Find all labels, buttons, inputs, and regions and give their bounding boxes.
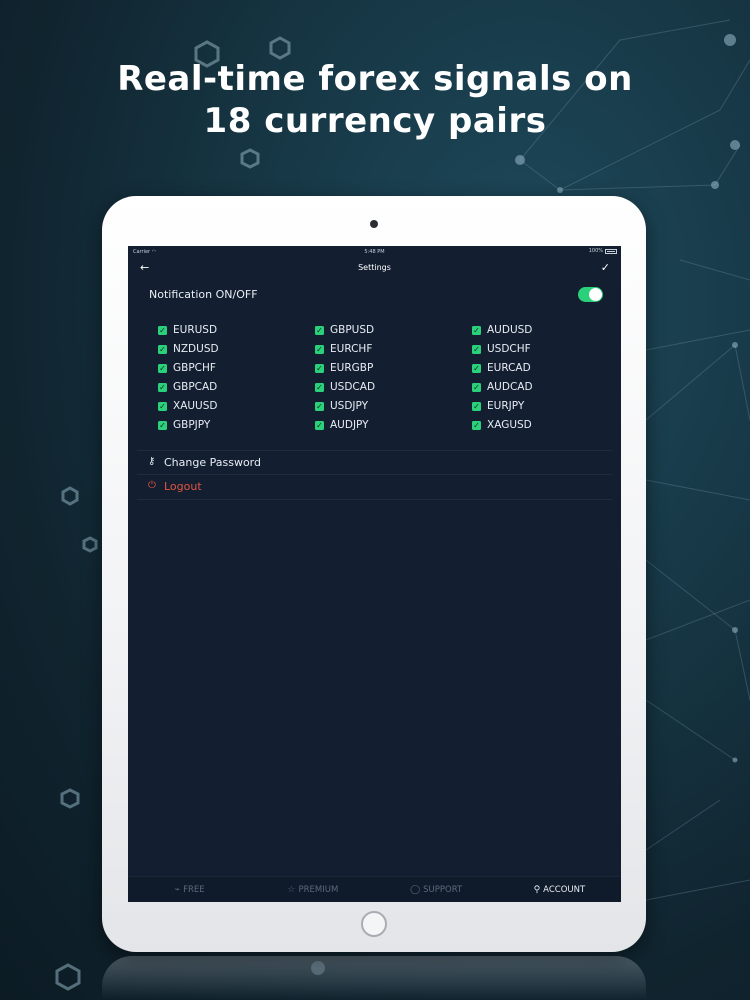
pair-label: USDJPY (330, 400, 369, 412)
pair-label: USDCAD (330, 381, 376, 393)
pair-checkbox-gbpchf[interactable]: ✓ GBPCHF (158, 360, 315, 376)
pair-checkbox-usdcad[interactable]: ✓ USDCAD (315, 379, 472, 395)
pair-checkbox-gbpjpy[interactable]: ✓ GBPJPY (158, 417, 315, 433)
pair-label: AUDUSD (487, 324, 533, 336)
notification-toggle[interactable] (578, 287, 603, 302)
checkbox-checked-icon[interactable]: ✓ (158, 325, 167, 335)
headline: Real-time forex signals on 18 currency p… (0, 58, 750, 142)
tab-premium[interactable]: ☆ PREMIUM (251, 877, 374, 902)
currency-pair-grid: ✓ EURUSD ✓ GBPUSD ✓ AUDUSD ✓ NZDUSD ✓ EURCHF … (158, 322, 598, 433)
checkbox-checked-icon[interactable]: ✓ (158, 401, 167, 411)
checkmark-icon[interactable]: ✓ (601, 261, 610, 274)
headline-line-1: Real-time forex signals on (117, 59, 633, 99)
pair-label: EURGBP (330, 362, 374, 374)
tab-free-label: FREE (183, 884, 205, 895)
pair-checkbox-gbpusd[interactable]: ✓ GBPUSD (315, 322, 472, 338)
pair-checkbox-eurusd[interactable]: ✓ EURUSD (158, 322, 315, 338)
checkbox-checked-icon[interactable]: ✓ (472, 363, 481, 373)
pair-checkbox-eurcad[interactable]: ✓ EURCAD (472, 360, 598, 376)
checkbox-checked-icon[interactable]: ✓ (315, 401, 324, 411)
pair-label: GBPCAD (173, 381, 218, 393)
change-password-label: Change Password (164, 456, 261, 469)
change-password-button[interactable]: ⚷ Change Password (137, 450, 612, 475)
tab-bar: ⌁ FREE ☆ PREMIUM ◯ SUPPORT ⚲ ACCOUNT (128, 876, 621, 902)
pair-checkbox-audcad[interactable]: ✓ AUDCAD (472, 379, 598, 395)
pair-checkbox-usdjpy[interactable]: ✓ USDJPY (315, 398, 472, 414)
pair-label: EURJPY (487, 400, 525, 412)
power-icon: ⏻ (148, 480, 156, 491)
user-icon: ⚲ (533, 884, 541, 895)
pair-label: EURCHF (330, 343, 373, 355)
checkbox-checked-icon[interactable]: ✓ (158, 382, 167, 392)
pair-label: XAUUSD (173, 400, 218, 412)
pair-checkbox-xagusd[interactable]: ✓ XAGUSD (472, 417, 598, 433)
pulse-icon: ⌁ (174, 884, 181, 895)
checkbox-checked-icon[interactable]: ✓ (472, 420, 481, 430)
headline-line-2: 18 currency pairs (203, 101, 547, 141)
tab-support[interactable]: ◯ SUPPORT (375, 877, 498, 902)
pair-checkbox-audjpy[interactable]: ✓ AUDJPY (315, 417, 472, 433)
pair-label: GBPUSD (330, 324, 375, 336)
tablet-device: Carrier ◠ 5:48 PM 100% ← Settings ✓ Noti… (102, 196, 646, 952)
chat-bubble-icon: ◯ (410, 884, 421, 895)
checkbox-checked-icon[interactable]: ✓ (158, 420, 167, 430)
star-icon: ☆ (287, 884, 296, 895)
pair-label: EURUSD (173, 324, 218, 336)
pair-label: NZDUSD (173, 343, 219, 355)
checkbox-checked-icon[interactable]: ✓ (472, 401, 481, 411)
pair-checkbox-usdchf[interactable]: ✓ USDCHF (472, 341, 598, 357)
battery-icon (605, 248, 617, 254)
key-icon: ⚷ (148, 456, 156, 467)
pair-label: AUDCAD (487, 381, 533, 393)
notification-label: Notification ON/OFF (149, 288, 258, 301)
tab-premium-label: PREMIUM (298, 884, 339, 895)
checkbox-checked-icon[interactable]: ✓ (472, 325, 481, 335)
pair-label: GBPCHF (173, 362, 216, 374)
tab-free[interactable]: ⌁ FREE (128, 877, 251, 902)
pair-checkbox-eurjpy[interactable]: ✓ EURJPY (472, 398, 598, 414)
logout-label: Logout (164, 480, 202, 493)
checkbox-checked-icon[interactable]: ✓ (315, 382, 324, 392)
checkbox-checked-icon[interactable]: ✓ (315, 363, 324, 373)
tab-account-label: ACCOUNT (543, 884, 586, 895)
pair-checkbox-audusd[interactable]: ✓ AUDUSD (472, 322, 598, 338)
tab-support-label: SUPPORT (423, 884, 463, 895)
app-screen: Carrier ◠ 5:48 PM 100% ← Settings ✓ Noti… (128, 246, 621, 902)
pair-label: GBPJPY (173, 419, 211, 431)
camera-icon (370, 220, 378, 228)
pair-checkbox-nzdusd[interactable]: ✓ NZDUSD (158, 341, 315, 357)
page-title: Settings (358, 263, 391, 272)
pair-label: USDCHF (487, 343, 531, 355)
checkbox-checked-icon[interactable]: ✓ (472, 344, 481, 354)
nav-bar: ← Settings ✓ (128, 258, 621, 278)
pair-label: XAGUSD (487, 419, 532, 431)
battery-percent: 100% (588, 248, 603, 254)
battery-status: 100% (589, 248, 617, 254)
pair-checkbox-xauusd[interactable]: ✓ XAUUSD (158, 398, 315, 414)
checkbox-checked-icon[interactable]: ✓ (472, 382, 481, 392)
logout-button[interactable]: ⏻ Logout (137, 474, 612, 500)
checkbox-checked-icon[interactable]: ✓ (315, 420, 324, 430)
checkbox-checked-icon[interactable]: ✓ (315, 325, 324, 335)
tablet-reflection (102, 956, 646, 1000)
checkbox-checked-icon[interactable]: ✓ (158, 363, 167, 373)
pair-label: EURCAD (487, 362, 531, 374)
status-time: 5:48 PM (364, 249, 385, 255)
pair-label: AUDJPY (330, 419, 369, 431)
tab-account[interactable]: ⚲ ACCOUNT (498, 877, 621, 902)
pair-checkbox-gbpcad[interactable]: ✓ GBPCAD (158, 379, 315, 395)
status-bar: Carrier ◠ 5:48 PM 100% (128, 246, 621, 258)
checkbox-checked-icon[interactable]: ✓ (158, 344, 167, 354)
pair-checkbox-eurchf[interactable]: ✓ EURCHF (315, 341, 472, 357)
home-button[interactable] (361, 911, 387, 937)
checkbox-checked-icon[interactable]: ✓ (315, 344, 324, 354)
toggle-knob (589, 288, 602, 301)
pair-checkbox-eurgbp[interactable]: ✓ EURGBP (315, 360, 472, 376)
notification-row: Notification ON/OFF (128, 284, 621, 306)
